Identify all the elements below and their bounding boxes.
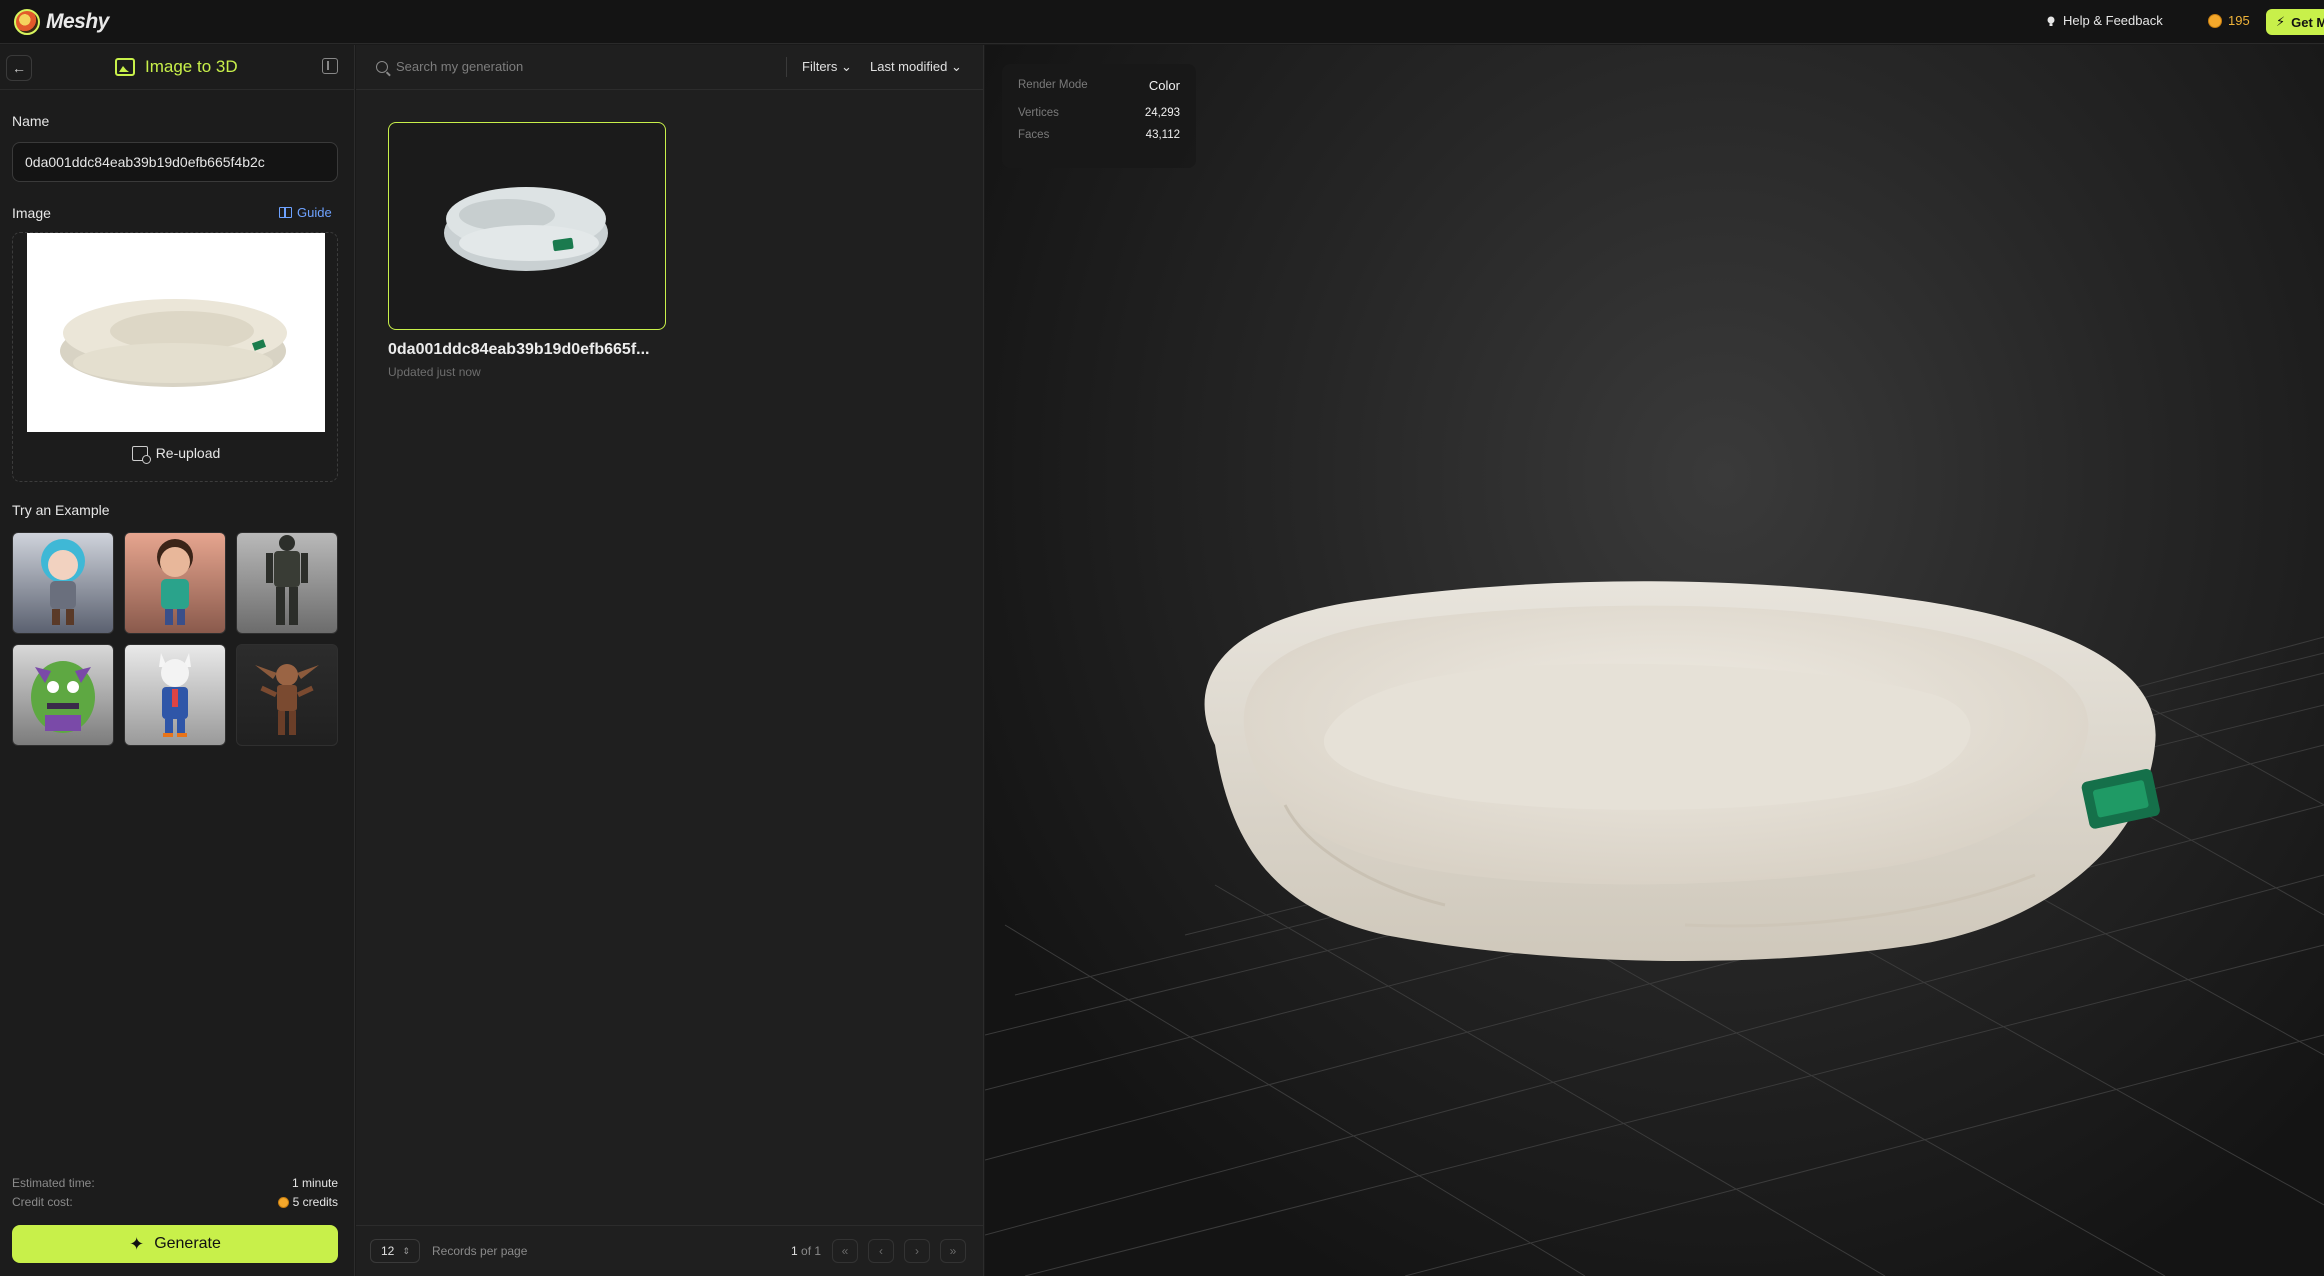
generations-toolbar: Search my generation Filters ⌄ Last modi… [356,45,984,90]
chevron-right-icon: › [915,1244,919,1258]
generation-card-title[interactable]: 0da001ddc84eab39b19d0efb665f... [388,341,678,359]
double-chevron-left-icon: « [841,1244,849,1258]
book-icon [279,207,292,218]
image-upload-area[interactable]: Re-upload [12,232,338,482]
image-label: Image [12,205,51,221]
example-thumbnail[interactable] [124,532,226,634]
filters-dropdown[interactable]: Filters ⌄ [802,59,852,75]
toolbar-divider [786,57,787,77]
lightning-icon: ⚡ [2276,14,2286,29]
credit-cost: 5 credits [277,1195,338,1209]
viewer-canvas[interactable] [985,45,2324,1276]
example-thumbnail[interactable] [236,532,338,634]
last-page-button[interactable]: » [940,1239,966,1263]
credit-cost-label: Credit cost: [12,1195,73,1209]
filters-label: Filters [802,59,838,74]
faces-row: Faces 43,112 [1018,124,1180,146]
help-feedback-button[interactable]: Help & Feedback [2045,13,2163,28]
generations-panel: Search my generation Filters ⌄ Last modi… [356,45,984,1276]
credit-cost-value: 5 credits [292,1195,338,1209]
name-label: Name [12,113,50,129]
panel-title-text: Image to 3D [145,57,238,76]
example-thumbnail[interactable] [12,644,114,746]
reupload-button[interactable]: Re-upload [13,445,339,464]
chevron-down-icon: ⌄ [950,59,962,74]
meshy-logo-icon [14,9,40,35]
faces-value: 43,112 [1145,129,1180,141]
logo-text: Meshy [46,10,109,33]
guide-link[interactable]: Guide [279,205,332,220]
chevron-left-icon: ‹ [879,1244,883,1258]
sort-label: Last modified [870,59,948,74]
model-stats-panel: Render Mode Color Vertices 24,293 Faces … [1002,64,1196,168]
estimated-time-value: 1 minute [291,1176,338,1190]
sparkle-icon: ✦ [129,1233,145,1254]
bulb-icon [2047,16,2055,26]
vertices-label: Vertices [1018,107,1059,119]
render-mode-value[interactable]: Color [1149,78,1180,93]
sort-dropdown[interactable]: Last modified ⌄ [870,59,962,75]
uploaded-image-preview [27,233,325,432]
example-thumbnail[interactable] [236,644,338,746]
double-chevron-right-icon: » [949,1244,957,1258]
panel-title: Image to 3D [115,57,238,77]
generate-button[interactable]: ✦ Generate [12,1225,338,1263]
examples-grid [12,532,338,746]
vertices-row: Vertices 24,293 [1018,102,1180,124]
example-thumbnail[interactable] [12,532,114,634]
generation-thumbnail [444,187,608,271]
faces-label: Faces [1018,129,1050,141]
generation-card-subtitle: Updated just now [388,365,481,379]
dog-bed-model [1204,581,2160,962]
chevron-down-icon: ⌄ [841,59,852,74]
search-field[interactable]: Search my generation [376,59,523,74]
coin-icon [2208,13,2222,28]
render-mode-label: Render Mode [1018,79,1088,91]
estimated-time-row: Estimated time: 1 minute [12,1176,338,1190]
credits-badge[interactable]: 195 [2208,13,2250,28]
image-icon [115,58,135,76]
left-panel-header: ← Image to 3D [0,45,355,90]
pagination-bar: 12 ⇕ Records per page 1 of 1 « ‹ › » [356,1225,984,1276]
reupload-icon [131,445,151,464]
first-page-button[interactable]: « [832,1239,858,1263]
credit-cost-row: Credit cost: 5 credits [12,1195,338,1209]
estimated-time-label: Estimated time: [12,1176,95,1190]
meshy-logo[interactable]: Meshy [14,8,109,36]
model-viewer[interactable]: Render Mode Color Vertices 24,293 Faces … [985,45,2324,1276]
records-per-page-select[interactable]: 12 ⇕ [370,1239,420,1263]
chevron-up-down-icon: ⇕ [402,1245,410,1256]
examples-label: Try an Example [12,502,110,518]
get-more-button[interactable]: ⚡ Get M [2266,9,2324,35]
page-total: of 1 [801,1244,822,1258]
search-icon [376,60,388,73]
guide-label: Guide [297,205,332,220]
credits-count: 195 [2228,13,2250,28]
page-current: 1 [791,1244,798,1258]
name-input[interactable]: 0da001ddc84eab39b19d0efb665f4b2c [12,142,338,182]
records-per-page-label: Records per page [432,1244,528,1258]
left-panel: ← Image to 3D Name 0da001ddc84eab39b19d0… [0,45,355,1276]
collapse-panel-icon[interactable] [322,58,338,74]
generation-card[interactable] [388,122,666,330]
generate-label: Generate [154,1235,221,1252]
render-mode-row[interactable]: Render Mode Color [1018,74,1180,96]
prev-page-button[interactable]: ‹ [868,1239,894,1263]
help-feedback-label: Help & Feedback [2063,13,2163,28]
search-input[interactable]: Search my generation [396,59,523,74]
back-button[interactable]: ← [6,55,32,81]
page-indicator: 1 of 1 [791,1244,821,1258]
per-page-value: 12 [381,1244,395,1258]
coin-icon [277,1196,289,1208]
next-page-button[interactable]: › [904,1239,930,1263]
reupload-label: Re-upload [155,445,221,461]
arrow-left-icon: ← [12,60,26,76]
example-thumbnail[interactable] [124,644,226,746]
get-more-label: Get M [2291,14,2324,30]
vertices-value: 24,293 [1144,107,1180,119]
top-bar: Meshy Help & Feedback 195 ⚡ Get M [0,0,2324,44]
